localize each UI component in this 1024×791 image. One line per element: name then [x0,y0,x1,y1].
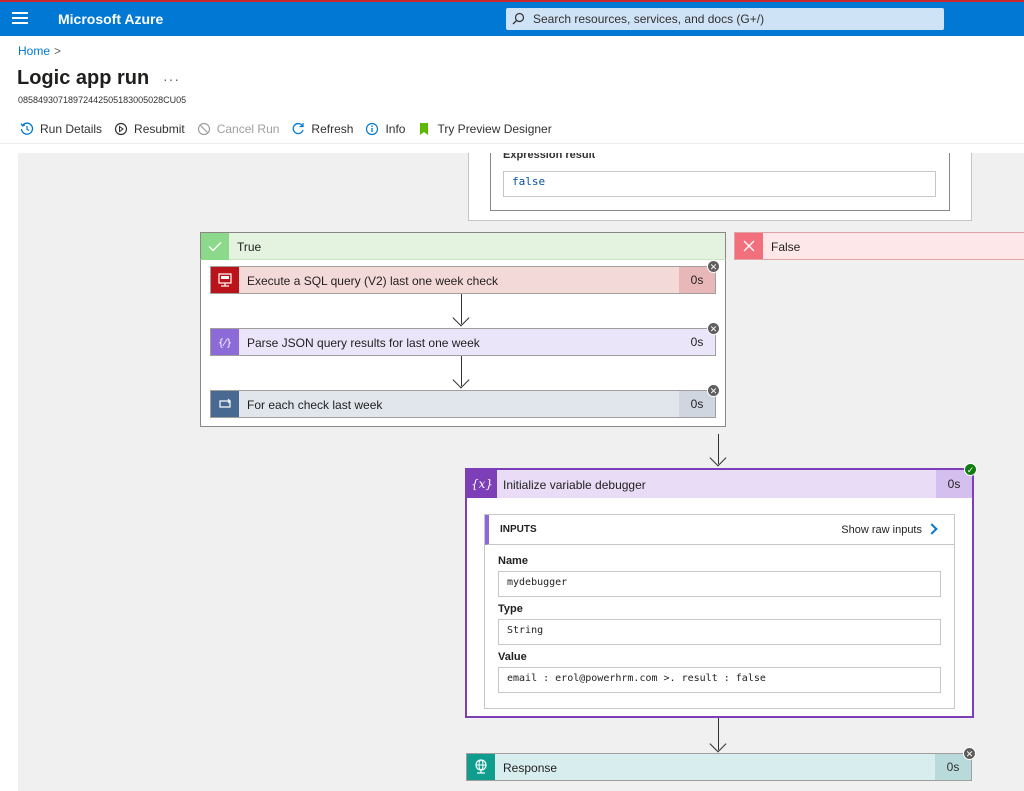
skipped-status-icon: ✕ [707,260,720,273]
skipped-status-icon: ✕ [707,322,720,335]
skipped-status-icon: ✕ [963,747,976,760]
more-options-button[interactable]: ··· [163,71,180,87]
inputs-header: INPUTS Show raw inputs [485,515,954,545]
parse-json-label: Parse JSON query results for last one we… [247,336,480,350]
cancel-run-button[interactable]: Cancel Run [197,122,280,136]
globe-icon [467,754,495,780]
info-icon [366,122,379,136]
response-label: Response [503,761,558,775]
false-branch-label: False [771,240,801,254]
false-branch-header[interactable]: False [734,232,1024,260]
run-details-label: Run Details [40,122,103,136]
skipped-status-icon: ✕ [707,384,720,397]
type-field-value: String [498,619,941,645]
svg-text:{⁄}: {⁄} [218,338,232,349]
refresh-icon [292,122,305,135]
close-x-icon [735,233,763,259]
page-title: Logic app run [17,67,150,89]
search-input[interactable]: Search resources, services, and docs (G+… [533,12,764,26]
bookmark-icon [420,123,429,135]
checkmark-icon [201,233,229,260]
true-branch-header[interactable]: True [200,232,726,260]
info-label: Info [385,122,406,136]
search-box[interactable]: Search resources, services, and docs (G+… [506,8,944,30]
success-check-icon: ✓ [964,463,977,476]
run-id: 08584930718972442505183005028CU05 [18,95,187,105]
for-each-label: For each check last week [247,398,383,412]
initialize-variable-label: Initialize variable debugger [503,478,646,492]
resubmit-label: Resubmit [134,122,185,136]
parse-json-icon: {⁄} [211,329,239,355]
name-field-value: mydebugger [498,571,941,597]
sql-database-icon [211,267,239,293]
cancel-icon [197,122,210,136]
initialize-variable-header[interactable]: {x} Initialize variable debugger 0s [465,468,974,498]
breadcrumb-separator: > [54,44,62,58]
true-branch-label: True [237,240,262,254]
value-field-label: Value [498,651,527,663]
toolbar-divider [0,143,1024,144]
breadcrumb-home[interactable]: Home [18,44,50,58]
loop-icon [211,391,239,417]
expression-result-label: Expression result [503,153,596,161]
run-details-button[interactable]: Run Details [20,122,102,136]
preview-designer-button[interactable]: Try Preview Designer [417,122,552,136]
cancel-run-label: Cancel Run [216,122,280,136]
show-raw-inputs-link[interactable]: Show raw inputs [841,524,922,536]
resubmit-icon [114,122,128,136]
portal-brand[interactable]: Microsoft Azure [58,11,163,27]
info-button[interactable]: Info [365,122,405,136]
refresh-button[interactable]: Refresh [291,122,353,136]
preview-designer-label: Try Preview Designer [437,122,552,136]
history-icon [20,122,34,135]
inputs-title: INPUTS [500,524,537,535]
refresh-label: Refresh [311,122,354,136]
command-bar: Run Details Resubmit Cancel Run Refresh … [20,120,564,138]
expression-result-value: false [503,171,936,197]
sql-action-label: Execute a SQL query (V2) last one week c… [247,274,499,288]
variable-icon: {x} [467,470,497,498]
response-action[interactable]: Response 0s [466,753,972,781]
type-field-label: Type [498,603,523,615]
search-icon [512,12,525,25]
parse-json-action[interactable]: {⁄} Parse JSON query results for last on… [210,328,716,356]
name-field-label: Name [498,555,528,567]
resubmit-button[interactable]: Resubmit [114,122,185,136]
for-each-action[interactable]: For each check last week 0s [210,390,716,418]
top-bar: Microsoft Azure Search resources, servic… [0,0,1024,36]
value-field-value: email : erol@powerhrm.com >. result : fa… [498,667,941,693]
sql-query-action[interactable]: Execute a SQL query (V2) last one week c… [210,266,716,294]
chevron-right-icon[interactable] [926,523,938,535]
breadcrumb: Home > [18,44,61,58]
hamburger-menu-icon[interactable] [12,9,28,25]
